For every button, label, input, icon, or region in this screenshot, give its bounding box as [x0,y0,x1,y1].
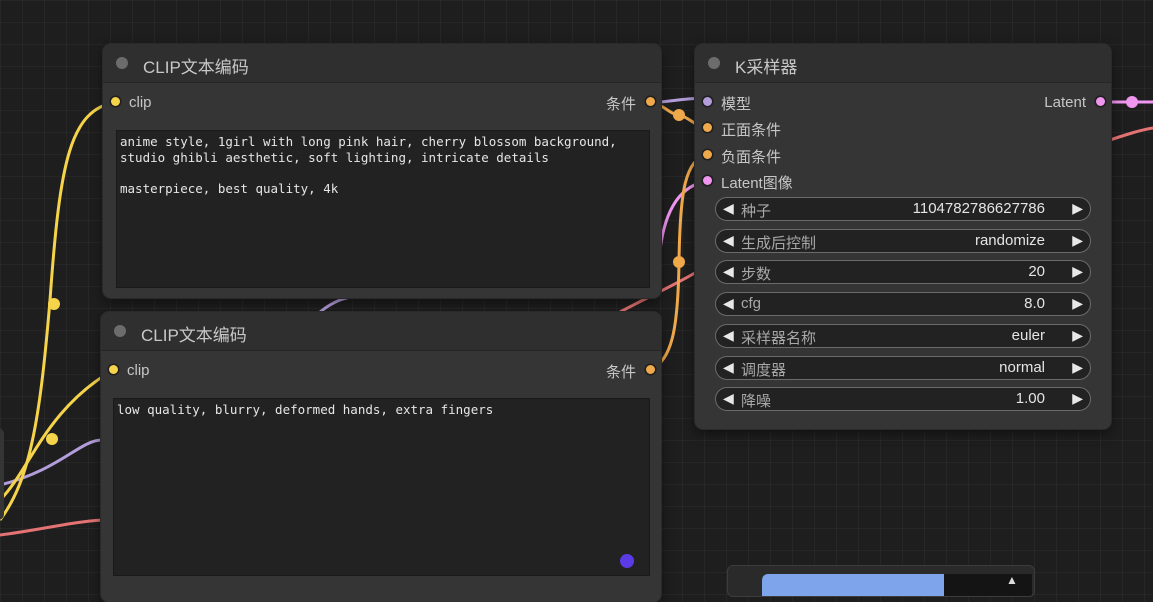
widget-value: euler [1011,327,1045,344]
collapse-dot-icon[interactable] [116,57,128,69]
widget-value: 1104782786627786 [912,200,1045,217]
dropdown-button[interactable] [944,574,1032,596]
model-input-label: 模型 [721,96,752,113]
negative-input-label: 负面条件 [721,149,782,166]
accent-dot-icon [620,554,634,568]
conditioning-output-dot-icon[interactable] [646,365,655,374]
wire-clip-pos [0,100,117,521]
widget-label: 调度器 [741,362,787,379]
offscreen-node-edge [0,428,4,520]
widget-label: 降噪 [741,393,772,410]
widget-label: 步数 [741,266,772,283]
conditioning-output-label: 条件 [605,364,636,381]
widget-label: 种子 [741,203,772,220]
decrement-arrow-icon[interactable]: ◀ [723,390,734,407]
decrement-arrow-icon[interactable]: ◀ [723,327,734,344]
increment-arrow-icon[interactable]: ▶ [1072,390,1083,407]
latent-output-label: Latent [1044,94,1086,111]
wire-cond-reroute-2 [673,256,685,268]
increment-arrow-icon[interactable]: ▶ [1072,327,1083,344]
clip-input-label: clip [127,362,150,379]
node-title: K采样器 [735,58,798,77]
wire-vae-left [0,518,103,537]
clip-text-encode-node-positive[interactable]: CLIP文本编码 clip 条件 anime style, 1girl with… [103,44,661,298]
ksampler-node[interactable]: K采样器 模型 正面条件 负面条件 Latent图像 Latent ◀ 种子 1… [695,44,1111,429]
steps-widget[interactable]: ◀ 步数 20 ▶ [715,260,1091,284]
collapse-dot-icon[interactable] [708,57,720,69]
positive-input-label: 正面条件 [721,122,782,139]
denoise-widget[interactable]: ◀ 降噪 1.00 ▶ [715,387,1091,411]
decrement-arrow-icon[interactable]: ◀ [723,232,734,249]
conditioning-output-dot-icon[interactable] [646,97,655,106]
node-header[interactable]: CLIP文本编码 [103,44,661,83]
prompt-textarea[interactable]: low quality, blurry, deformed hands, ext… [113,398,650,576]
bottom-toolbar-panel[interactable]: ▲ [727,565,1035,597]
conditioning-output-label: 条件 [605,96,636,113]
clip-text-encode-node-negative[interactable]: CLIP文本编码 clip 条件 low quality, blurry, de… [101,312,661,602]
wire-clip-reroute-1 [48,298,60,310]
node-header[interactable]: K采样器 [695,44,1111,83]
decrement-arrow-icon[interactable]: ◀ [723,200,734,217]
decrement-arrow-icon[interactable]: ◀ [723,295,734,312]
prompt-textarea[interactable]: anime style, 1girl with long pink hair, … [116,130,650,288]
positive-input-dot-icon[interactable] [703,123,712,132]
clip-input-label: clip [129,94,152,111]
node-title: CLIP文本编码 [143,58,249,77]
latent-output-dot-icon[interactable] [1096,97,1105,106]
widget-value: 8.0 [1024,295,1045,312]
collapse-dot-icon[interactable] [114,325,126,337]
increment-arrow-icon[interactable]: ▶ [1072,232,1083,249]
seed-widget[interactable]: ◀ 种子 1104782786627786 ▶ [715,197,1091,221]
control-after-generate-widget[interactable]: ◀ 生成后控制 randomize ▶ [715,229,1091,253]
increment-arrow-icon[interactable]: ▶ [1072,263,1083,280]
decrement-arrow-icon[interactable]: ◀ [723,359,734,376]
increment-arrow-icon[interactable]: ▶ [1072,359,1083,376]
negative-input-dot-icon[interactable] [703,150,712,159]
latent-image-input-label: Latent图像 [721,175,793,192]
clip-input-dot-icon[interactable] [109,365,118,374]
widget-label: cfg [741,295,762,312]
scheduler-widget[interactable]: ◀ 调度器 normal ▶ [715,356,1091,380]
increment-arrow-icon[interactable]: ▶ [1072,295,1083,312]
widget-value: 1.00 [1015,390,1045,407]
increment-arrow-icon[interactable]: ▶ [1072,200,1083,217]
latent-image-input-dot-icon[interactable] [703,176,712,185]
sampler-name-widget[interactable]: ◀ 采样器名称 euler ▶ [715,324,1091,348]
node-header[interactable]: CLIP文本编码 [101,312,661,351]
caret-up-icon[interactable]: ▲ [1006,573,1018,587]
primary-button[interactable] [762,574,944,596]
node-title: CLIP文本编码 [141,326,247,345]
wire-clip-reroute-2 [46,433,58,445]
clip-input-dot-icon[interactable] [111,97,120,106]
widget-value: 20 [1028,263,1045,280]
widget-value: randomize [974,232,1045,249]
widget-label: 生成后控制 [741,235,817,252]
decrement-arrow-icon[interactable]: ◀ [723,263,734,280]
wire-vae-right [1109,126,1153,142]
model-input-dot-icon[interactable] [703,97,712,106]
cfg-widget[interactable]: ◀ cfg 8.0 ▶ [715,292,1091,316]
wire-latent-out-dot [1126,96,1138,108]
wire-clip-neg [0,368,114,502]
wire-cond-reroute-1 [673,109,685,121]
widget-label: 采样器名称 [741,330,817,347]
widget-value: normal [999,359,1045,376]
